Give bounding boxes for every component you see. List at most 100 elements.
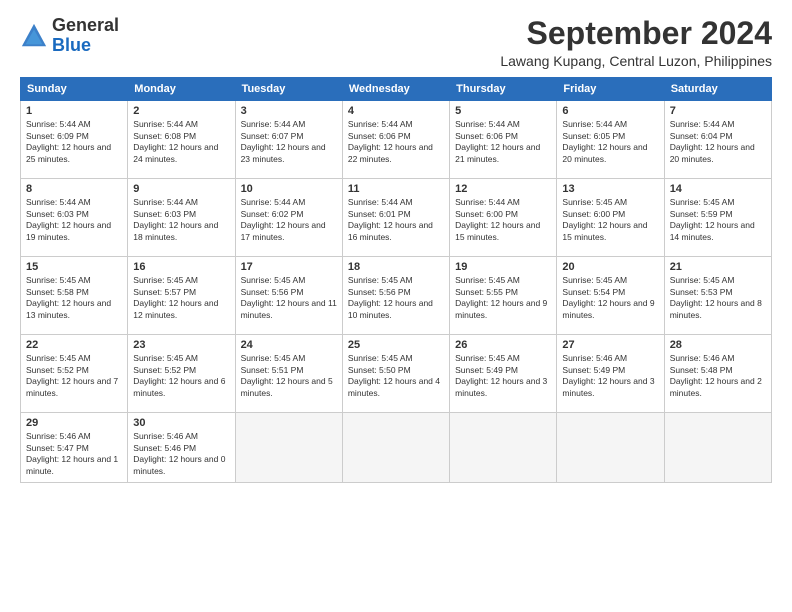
- day-number: 2: [133, 105, 229, 117]
- table-cell: 9 Sunrise: 5:44 AM Sunset: 6:03 PM Dayli…: [128, 179, 235, 257]
- col-friday: Friday: [557, 78, 664, 101]
- table-cell: 10 Sunrise: 5:44 AM Sunset: 6:02 PM Dayl…: [235, 179, 342, 257]
- day-number: 28: [670, 339, 766, 351]
- day-info: Sunrise: 5:45 AM Sunset: 5:52 PM Dayligh…: [133, 353, 229, 399]
- day-info: Sunrise: 5:45 AM Sunset: 5:56 PM Dayligh…: [241, 275, 337, 321]
- table-cell: 28 Sunrise: 5:46 AM Sunset: 5:48 PM Dayl…: [664, 335, 771, 413]
- day-info: Sunrise: 5:44 AM Sunset: 6:01 PM Dayligh…: [348, 197, 444, 243]
- header-row: Sunday Monday Tuesday Wednesday Thursday…: [21, 78, 772, 101]
- day-number: 26: [455, 339, 551, 351]
- day-number: 4: [348, 105, 444, 117]
- calendar-table: Sunday Monday Tuesday Wednesday Thursday…: [20, 77, 772, 483]
- day-info: Sunrise: 5:45 AM Sunset: 5:58 PM Dayligh…: [26, 275, 122, 321]
- day-number: 6: [562, 105, 658, 117]
- day-number: 3: [241, 105, 337, 117]
- day-info: Sunrise: 5:45 AM Sunset: 5:50 PM Dayligh…: [348, 353, 444, 399]
- month-title: September 2024: [500, 16, 772, 51]
- table-cell: 5 Sunrise: 5:44 AM Sunset: 6:06 PM Dayli…: [450, 101, 557, 179]
- table-cell: 22 Sunrise: 5:45 AM Sunset: 5:52 PM Dayl…: [21, 335, 128, 413]
- day-info: Sunrise: 5:46 AM Sunset: 5:49 PM Dayligh…: [562, 353, 658, 399]
- day-info: Sunrise: 5:44 AM Sunset: 6:03 PM Dayligh…: [133, 197, 229, 243]
- header: General Blue September 2024 Lawang Kupan…: [20, 16, 772, 69]
- col-tuesday: Tuesday: [235, 78, 342, 101]
- day-info: Sunrise: 5:45 AM Sunset: 6:00 PM Dayligh…: [562, 197, 658, 243]
- day-info: Sunrise: 5:46 AM Sunset: 5:48 PM Dayligh…: [670, 353, 766, 399]
- day-number: 8: [26, 183, 122, 195]
- day-info: Sunrise: 5:44 AM Sunset: 6:03 PM Dayligh…: [26, 197, 122, 243]
- day-number: 23: [133, 339, 229, 351]
- day-info: Sunrise: 5:45 AM Sunset: 5:52 PM Dayligh…: [26, 353, 122, 399]
- col-thursday: Thursday: [450, 78, 557, 101]
- day-number: 29: [26, 417, 122, 429]
- table-cell: [235, 413, 342, 483]
- day-number: 25: [348, 339, 444, 351]
- day-number: 11: [348, 183, 444, 195]
- day-info: Sunrise: 5:44 AM Sunset: 6:05 PM Dayligh…: [562, 119, 658, 165]
- day-info: Sunrise: 5:44 AM Sunset: 6:08 PM Dayligh…: [133, 119, 229, 165]
- table-cell: [450, 413, 557, 483]
- day-number: 27: [562, 339, 658, 351]
- table-cell: 29 Sunrise: 5:46 AM Sunset: 5:47 PM Dayl…: [21, 413, 128, 483]
- day-info: Sunrise: 5:45 AM Sunset: 5:57 PM Dayligh…: [133, 275, 229, 321]
- logo-text: General Blue: [52, 16, 119, 56]
- day-info: Sunrise: 5:44 AM Sunset: 6:09 PM Dayligh…: [26, 119, 122, 165]
- day-number: 15: [26, 261, 122, 273]
- day-info: Sunrise: 5:45 AM Sunset: 5:56 PM Dayligh…: [348, 275, 444, 321]
- table-cell: 18 Sunrise: 5:45 AM Sunset: 5:56 PM Dayl…: [342, 257, 449, 335]
- day-info: Sunrise: 5:45 AM Sunset: 5:54 PM Dayligh…: [562, 275, 658, 321]
- table-cell: [342, 413, 449, 483]
- day-number: 30: [133, 417, 229, 429]
- table-cell: 19 Sunrise: 5:45 AM Sunset: 5:55 PM Dayl…: [450, 257, 557, 335]
- page: General Blue September 2024 Lawang Kupan…: [0, 0, 792, 612]
- day-number: 22: [26, 339, 122, 351]
- day-info: Sunrise: 5:45 AM Sunset: 5:51 PM Dayligh…: [241, 353, 337, 399]
- table-cell: 25 Sunrise: 5:45 AM Sunset: 5:50 PM Dayl…: [342, 335, 449, 413]
- table-cell: 14 Sunrise: 5:45 AM Sunset: 5:59 PM Dayl…: [664, 179, 771, 257]
- table-cell: 27 Sunrise: 5:46 AM Sunset: 5:49 PM Dayl…: [557, 335, 664, 413]
- day-number: 13: [562, 183, 658, 195]
- day-number: 10: [241, 183, 337, 195]
- day-number: 7: [670, 105, 766, 117]
- day-info: Sunrise: 5:44 AM Sunset: 6:06 PM Dayligh…: [455, 119, 551, 165]
- day-info: Sunrise: 5:45 AM Sunset: 5:53 PM Dayligh…: [670, 275, 766, 321]
- day-number: 19: [455, 261, 551, 273]
- logo-icon: [20, 22, 48, 50]
- day-info: Sunrise: 5:45 AM Sunset: 5:59 PM Dayligh…: [670, 197, 766, 243]
- col-wednesday: Wednesday: [342, 78, 449, 101]
- table-cell: 7 Sunrise: 5:44 AM Sunset: 6:04 PM Dayli…: [664, 101, 771, 179]
- day-info: Sunrise: 5:46 AM Sunset: 5:47 PM Dayligh…: [26, 431, 122, 477]
- day-info: Sunrise: 5:45 AM Sunset: 5:49 PM Dayligh…: [455, 353, 551, 399]
- table-cell: 12 Sunrise: 5:44 AM Sunset: 6:00 PM Dayl…: [450, 179, 557, 257]
- table-cell: 20 Sunrise: 5:45 AM Sunset: 5:54 PM Dayl…: [557, 257, 664, 335]
- table-cell: 11 Sunrise: 5:44 AM Sunset: 6:01 PM Dayl…: [342, 179, 449, 257]
- day-info: Sunrise: 5:44 AM Sunset: 6:07 PM Dayligh…: [241, 119, 337, 165]
- day-number: 1: [26, 105, 122, 117]
- day-number: 21: [670, 261, 766, 273]
- day-number: 14: [670, 183, 766, 195]
- day-number: 24: [241, 339, 337, 351]
- table-cell: 15 Sunrise: 5:45 AM Sunset: 5:58 PM Dayl…: [21, 257, 128, 335]
- col-saturday: Saturday: [664, 78, 771, 101]
- title-block: September 2024 Lawang Kupang, Central Lu…: [500, 16, 772, 69]
- day-number: 16: [133, 261, 229, 273]
- table-cell: 17 Sunrise: 5:45 AM Sunset: 5:56 PM Dayl…: [235, 257, 342, 335]
- logo: General Blue: [20, 16, 119, 56]
- table-cell: [557, 413, 664, 483]
- day-info: Sunrise: 5:44 AM Sunset: 6:06 PM Dayligh…: [348, 119, 444, 165]
- table-cell: 8 Sunrise: 5:44 AM Sunset: 6:03 PM Dayli…: [21, 179, 128, 257]
- day-info: Sunrise: 5:46 AM Sunset: 5:46 PM Dayligh…: [133, 431, 229, 477]
- table-cell: 26 Sunrise: 5:45 AM Sunset: 5:49 PM Dayl…: [450, 335, 557, 413]
- location-title: Lawang Kupang, Central Luzon, Philippine…: [500, 53, 772, 69]
- table-cell: 1 Sunrise: 5:44 AM Sunset: 6:09 PM Dayli…: [21, 101, 128, 179]
- table-cell: [664, 413, 771, 483]
- table-cell: 24 Sunrise: 5:45 AM Sunset: 5:51 PM Dayl…: [235, 335, 342, 413]
- day-info: Sunrise: 5:44 AM Sunset: 6:04 PM Dayligh…: [670, 119, 766, 165]
- table-cell: 30 Sunrise: 5:46 AM Sunset: 5:46 PM Dayl…: [128, 413, 235, 483]
- day-info: Sunrise: 5:44 AM Sunset: 6:02 PM Dayligh…: [241, 197, 337, 243]
- day-number: 18: [348, 261, 444, 273]
- table-cell: 4 Sunrise: 5:44 AM Sunset: 6:06 PM Dayli…: [342, 101, 449, 179]
- table-cell: 6 Sunrise: 5:44 AM Sunset: 6:05 PM Dayli…: [557, 101, 664, 179]
- day-number: 17: [241, 261, 337, 273]
- day-number: 20: [562, 261, 658, 273]
- table-cell: 3 Sunrise: 5:44 AM Sunset: 6:07 PM Dayli…: [235, 101, 342, 179]
